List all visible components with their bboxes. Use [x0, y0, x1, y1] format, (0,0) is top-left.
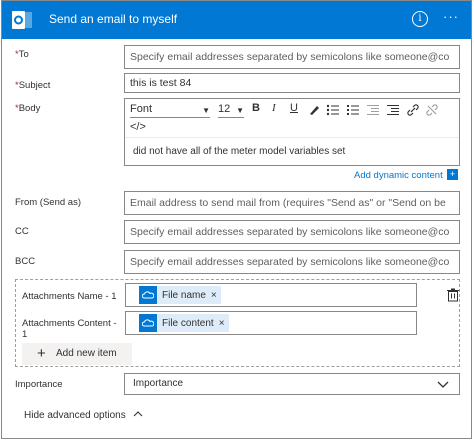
add-dynamic-content-link[interactable]: Add dynamic content — [354, 170, 443, 181]
remove-token-icon[interactable]: × — [211, 290, 221, 301]
chevron-down-icon — [437, 381, 449, 388]
hide-advanced-options-toggle[interactable]: Hide advanced options — [24, 410, 143, 421]
link-icon[interactable] — [407, 104, 419, 116]
to-input[interactable]: Specify email addresses separated by sem… — [124, 45, 460, 69]
chevron-up-icon — [133, 411, 142, 417]
body-label: *Body — [15, 103, 41, 114]
more-options-icon[interactable]: ··· — [443, 9, 459, 24]
cc-label: CC — [15, 226, 29, 237]
subject-label: *Subject — [15, 80, 51, 91]
bold-icon[interactable]: B — [252, 102, 260, 114]
chevron-down-icon: ▼ — [202, 106, 210, 115]
font-select[interactable]: Font ▼ — [130, 102, 210, 118]
bcc-input[interactable]: Specify email addresses separated by sem… — [124, 250, 460, 274]
numbered-list-icon[interactable] — [346, 104, 360, 116]
font-size-select[interactable]: 12 ▼ — [218, 102, 244, 118]
action-header[interactable]: Send an email to myself i ··· — [2, 1, 471, 39]
italic-icon[interactable]: I — [272, 102, 276, 114]
indent-icon[interactable] — [386, 104, 400, 116]
underline-icon[interactable]: U — [290, 102, 298, 114]
attachments-content-label: Attachments Content -1 — [22, 318, 117, 340]
editor-divider — [125, 137, 459, 138]
unlink-icon[interactable] — [426, 104, 438, 116]
outdent-icon[interactable] — [366, 104, 380, 116]
body-text[interactable]: did not have all of the meter model vari… — [133, 146, 345, 157]
outlook-icon — [12, 11, 32, 29]
chevron-down-icon: ▼ — [236, 106, 244, 115]
code-view-icon[interactable]: </> — [130, 121, 146, 133]
editor-toolbar: Font ▼ 12 ▼ B I U — [130, 102, 455, 118]
subject-input[interactable]: this is test 84 — [124, 73, 460, 93]
plus-icon: + — [37, 345, 46, 362]
delete-icon[interactable] — [446, 288, 460, 302]
onedrive-icon — [139, 286, 157, 304]
body-editor[interactable]: Font ▼ 12 ▼ B I U </> did not have all of … — [124, 98, 460, 166]
onedrive-icon — [139, 314, 157, 332]
importance-label: Importance — [15, 379, 63, 390]
bulleted-list-icon[interactable] — [326, 104, 340, 116]
from-input[interactable]: Email address to send mail from (require… — [124, 191, 460, 215]
action-title: Send an email to myself — [49, 12, 178, 26]
cc-input[interactable]: Specify email addresses separated by sem… — [124, 220, 460, 244]
file-name-token[interactable]: File name × — [139, 286, 221, 304]
attachments-name-input[interactable]: File name × — [125, 283, 417, 307]
attachments-content-input[interactable]: File content × — [125, 311, 417, 335]
add-new-item-button[interactable]: + Add new item — [22, 343, 132, 365]
file-content-token[interactable]: File content × — [139, 314, 229, 332]
info-icon[interactable]: i — [412, 11, 428, 27]
from-label: From (Send as) — [15, 197, 81, 208]
importance-select[interactable]: Importance — [124, 373, 460, 395]
highlighter-icon[interactable] — [308, 104, 320, 116]
remove-token-icon[interactable]: × — [219, 318, 229, 329]
attachments-name-label: Attachments Name - 1 — [22, 291, 117, 302]
to-label: *To — [15, 49, 29, 60]
bcc-label: BCC — [15, 256, 36, 267]
action-card: Send an email to myself i ··· *To Specif… — [1, 0, 472, 439]
add-dynamic-content-icon[interactable]: + — [447, 169, 458, 180]
